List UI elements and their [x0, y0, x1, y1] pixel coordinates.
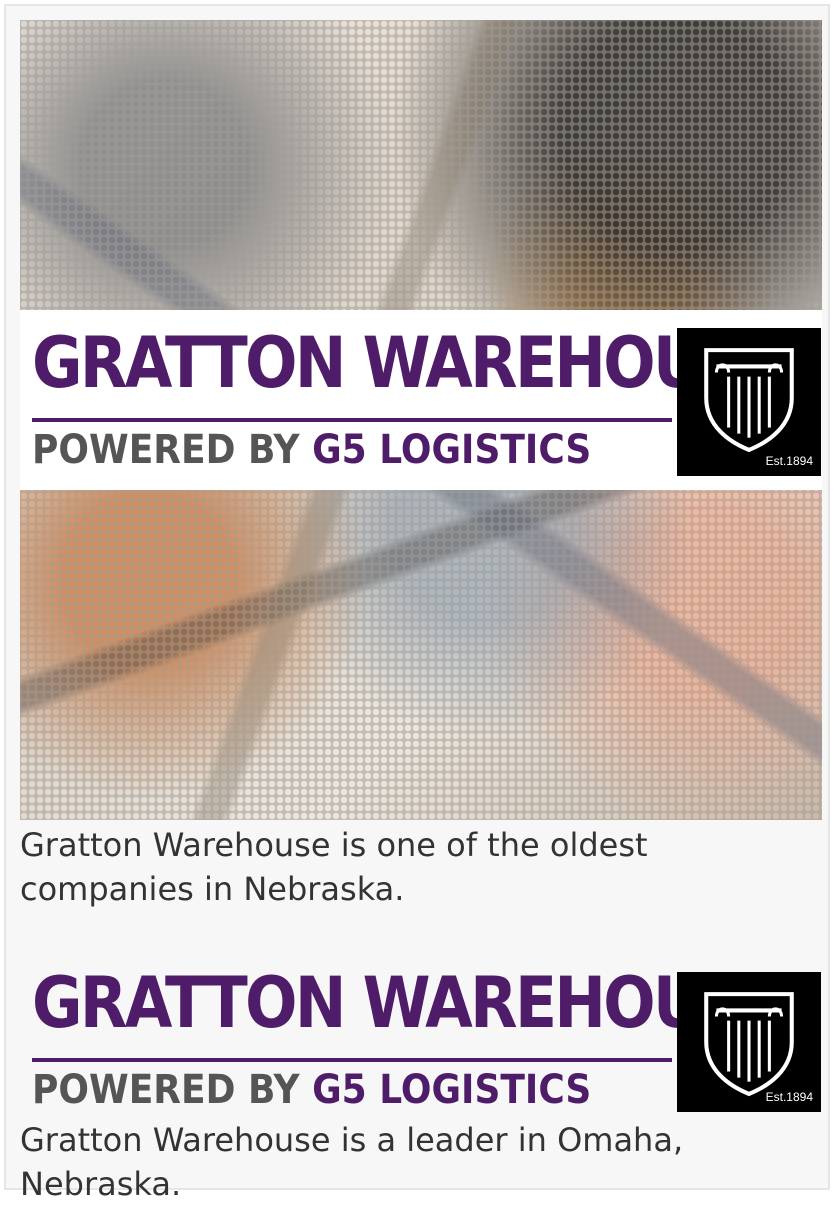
brand-subtitle-secondary: POWERED BY G5 LOGISTICS [32, 1070, 591, 1110]
caption-second: Gratton Warehouse is a leader in Omaha, … [20, 1121, 684, 1203]
brand-subtitle-prefix: POWERED BY [32, 427, 300, 473]
brand-rule-secondary [32, 1058, 672, 1062]
brand-wordmark-secondary: GRATTON WAREHOUSE POWERED BY G5 LOGISTIC… [32, 962, 784, 1110]
brand-logo: GRATTON WAREHOUSE POWERED BY G5 LOGISTIC… [20, 962, 822, 1118]
shield-icon: Est.1894 [677, 972, 821, 1112]
brand-rule [32, 418, 672, 422]
brand-subtitle-accent-secondary: G5 LOGISTICS [312, 1067, 592, 1113]
emblem-established: Est.1894 [765, 454, 813, 468]
brand-title-secondary: GRATTON WAREHOUSE [32, 962, 784, 1044]
brand-title: GRATTON WAREHOUSE [32, 322, 784, 404]
shield-icon: Est.1894 [677, 328, 821, 476]
brand-wordmark: GRATTON WAREHOUSE POWERED BY G5 LOGISTIC… [32, 322, 784, 470]
brand-subtitle-accent: G5 LOGISTICS [312, 427, 592, 473]
caption-first: Gratton Warehouse is one of the oldest c… [20, 826, 648, 908]
brand-subtitle-prefix-secondary: POWERED BY [32, 1067, 300, 1113]
emblem-established-secondary: Est.1894 [765, 1090, 813, 1104]
brand-banner: GRATTON WAREHOUSE POWERED BY G5 LOGISTIC… [20, 310, 822, 490]
brand-subtitle: POWERED BY G5 LOGISTICS [32, 430, 591, 470]
